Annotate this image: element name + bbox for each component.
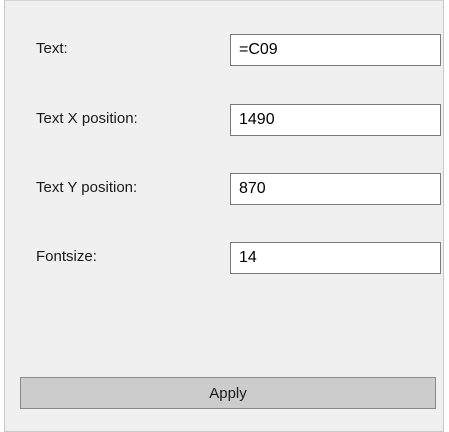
text-y-position-label: Text Y position: bbox=[36, 179, 138, 196]
apply-button[interactable]: Apply bbox=[20, 377, 436, 409]
properties-panel: Text: Text X position: Text Y position: … bbox=[4, 0, 444, 432]
text-x-position-field[interactable] bbox=[230, 104, 441, 136]
fontsize-field[interactable] bbox=[230, 242, 441, 274]
fontsize-label: Fontsize: bbox=[36, 248, 97, 265]
text-field[interactable] bbox=[230, 34, 441, 66]
text-x-position-label: Text X position: bbox=[36, 110, 138, 127]
text-y-position-field[interactable] bbox=[230, 173, 441, 205]
text-label: Text: bbox=[36, 40, 68, 57]
